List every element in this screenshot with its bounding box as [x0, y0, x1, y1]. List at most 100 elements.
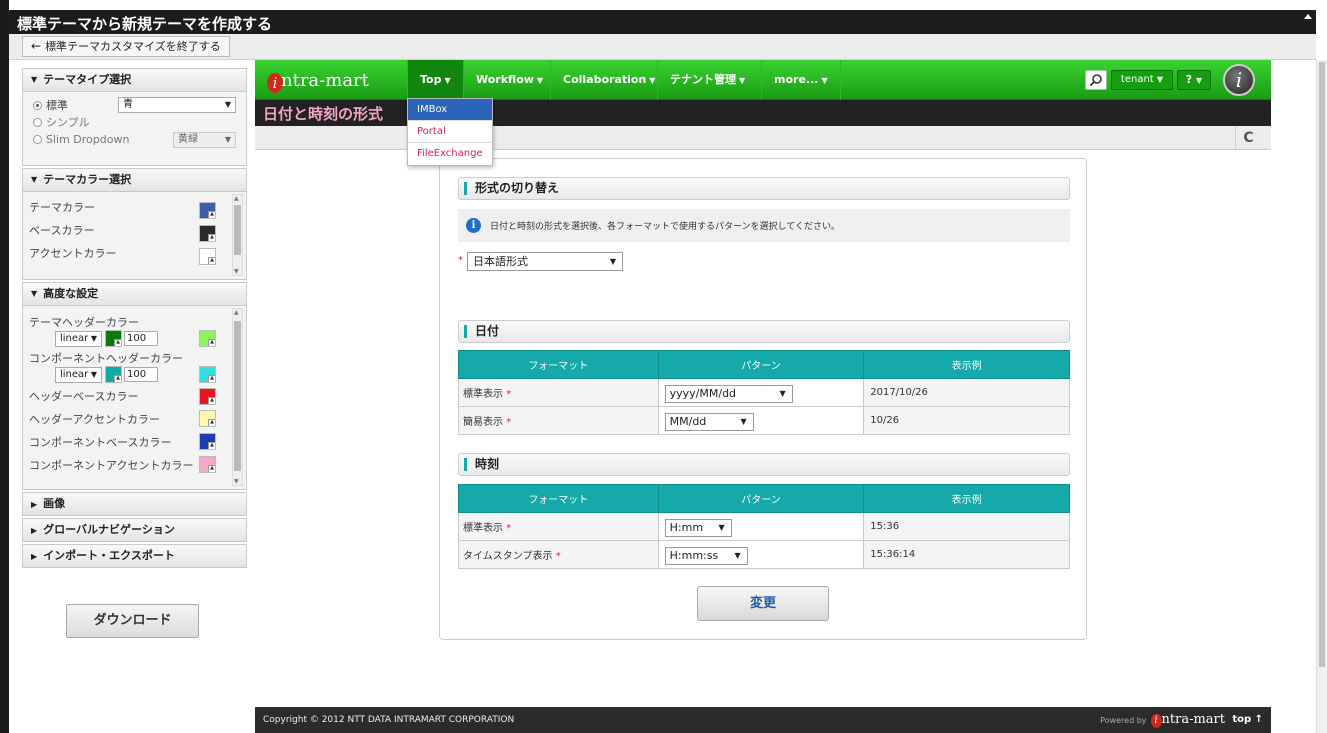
date-standard-pattern-select[interactable]: yyyy/MM/dd ▼	[664, 385, 793, 403]
theme-settings-panel: ▼ テーマタイプ選択 標準 青 ▼ シンプル Slim Dropdown 黄緑 ▼ ▼…	[22, 68, 247, 733]
advanced-settings-header[interactable]: ▼ 高度な設定	[22, 282, 247, 306]
theme-color-scrollbar[interactable]: ▲ ▼	[232, 194, 243, 276]
scroll-up-arrow-icon[interactable]	[1304, 14, 1312, 19]
header-accent-color-swatch[interactable]: ▲	[199, 410, 216, 427]
pattern-cell: H:mm ▼	[657, 512, 865, 541]
radio-unchecked-icon[interactable]	[33, 135, 42, 144]
radio-simple-label: シンプル	[46, 116, 90, 129]
window-title: 標準テーマから新規テーマを作成する	[17, 15, 273, 33]
column-header: フォーマット	[458, 350, 659, 379]
accent-color-label: アクセントカラー	[29, 247, 117, 260]
theme-color-scroll-thumb[interactable]	[234, 205, 241, 255]
intra-mart-logo[interactable]: i ntra-mart	[267, 68, 397, 94]
time-standard-pattern-select[interactable]: H:mm ▼	[664, 519, 732, 537]
header-end-color-swatch[interactable]: ▲	[199, 330, 216, 347]
header-gradient-value[interactable]: 100	[124, 331, 158, 346]
component-gradient-select[interactable]: linear ▼	[55, 367, 102, 383]
format-label-cell: 標準表示 *	[458, 378, 659, 407]
tenant-label: tenant	[1120, 74, 1154, 85]
chevron-down-icon: ▼	[739, 76, 746, 85]
nav-tenant-admin[interactable]: テナント管理 ▼	[657, 60, 757, 100]
component-accent-color-swatch[interactable]: ▲	[199, 456, 216, 473]
pattern-cell: yyyy/MM/dd ▼	[657, 378, 865, 407]
nav-collaboration[interactable]: Collaboration ▼	[550, 60, 667, 100]
nav-top[interactable]: Top ▼	[407, 60, 463, 100]
swatch-picker-icon: ▲	[208, 442, 215, 449]
chevron-down-icon: ▼	[536, 76, 544, 85]
global-nav-section-header[interactable]: ▶ グローバルナビゲーション	[22, 518, 247, 542]
standard-color-select[interactable]: 青 ▼	[118, 97, 236, 113]
tenant-menu-button[interactable]: tenant ▼	[1111, 70, 1173, 90]
change-button[interactable]: 変更	[697, 586, 829, 621]
radio-simple[interactable]: シンプル	[23, 114, 246, 131]
expanded-triangle-icon: ▼	[31, 75, 38, 84]
component-end-color-swatch[interactable]: ▲	[199, 366, 216, 383]
import-export-section-header[interactable]: ▶ インポート・エクスポート	[22, 544, 247, 568]
time-timestamp-pattern-select[interactable]: H:mm:ss ▼	[664, 547, 748, 565]
example-cell: 10/26	[863, 406, 1070, 435]
table-row: 標準表示 * yyyy/MM/dd ▼ 2017/10/26	[458, 378, 1070, 407]
header-gradient-mode: linear	[60, 333, 89, 344]
image-section-header[interactable]: ▶ 画像	[22, 492, 247, 516]
advanced-settings-scrollbar[interactable]: ▲ ▼	[232, 308, 243, 486]
menu-item-imbox[interactable]: IMBox	[408, 99, 492, 121]
radio-standard[interactable]: 標準 青 ▼	[23, 97, 246, 114]
refresh-icon[interactable]: C	[1235, 126, 1261, 150]
scroll-up-icon[interactable]: ▲	[234, 309, 239, 316]
page-scrollbar[interactable]	[1316, 60, 1327, 733]
date-short-pattern-select[interactable]: MM/dd ▼	[664, 413, 754, 431]
time-section-header: 時刻	[458, 453, 1070, 476]
advanced-scroll-thumb[interactable]	[234, 321, 241, 471]
search-button[interactable]	[1085, 70, 1107, 90]
menu-item-portal[interactable]: Portal	[408, 121, 492, 143]
search-icon	[1089, 74, 1102, 87]
user-avatar-icon[interactable]: i	[1223, 64, 1255, 96]
slim-color-value: 黄緑	[178, 134, 198, 145]
page-title: 日付と時刻の形式	[263, 105, 384, 123]
header-base-color-swatch[interactable]: ▲	[199, 388, 216, 405]
download-button[interactable]: ダウンロード	[66, 604, 199, 638]
theme-type-header[interactable]: ▼ テーマタイプ選択	[22, 68, 247, 92]
theme-color-swatch[interactable]: ▲	[199, 202, 216, 219]
chevron-down-icon: ▼	[1196, 76, 1203, 85]
header-gradient-select[interactable]: linear ▼	[55, 331, 102, 347]
theme-color-header[interactable]: ▼ テーマカラー選択	[22, 168, 247, 192]
swatch-picker-icon: ▲	[208, 375, 215, 382]
menu-item-fileexchange[interactable]: FileExchange	[408, 143, 492, 165]
nav-tenant-admin-label: テナント管理	[670, 73, 736, 86]
component-header-color-swatch[interactable]: ▲	[105, 366, 122, 383]
footer-logo: i ntra-mart	[1150, 712, 1225, 728]
nav-workflow[interactable]: Workflow ▼	[463, 60, 555, 100]
accent-color-swatch[interactable]: ▲	[199, 248, 216, 265]
radio-unchecked-icon[interactable]	[33, 118, 42, 127]
format-label: 簡易表示	[463, 417, 503, 428]
radio-standard-label: 標準	[46, 99, 68, 112]
page-scrollbar-thumb[interactable]	[1319, 62, 1325, 667]
scroll-up-icon[interactable]: ▲	[234, 195, 239, 202]
scroll-down-icon[interactable]: ▼	[234, 268, 239, 275]
nav-more[interactable]: more... ▼	[761, 60, 841, 100]
info-message: i 日付と時刻の形式を選択後、各フォーマットで使用するパターンを選択してください…	[458, 209, 1070, 242]
header-accent-color-label: ヘッダーアクセントカラー	[29, 413, 161, 426]
format-type-select[interactable]: 日本語形式 ▼	[467, 252, 623, 271]
chevron-down-icon: ▼	[90, 370, 97, 379]
global-nav-section-title: グローバルナビゲーション	[43, 523, 175, 536]
nav-top-label: Top	[420, 73, 442, 86]
back-to-top-link[interactable]: top ↑	[1232, 714, 1263, 725]
exit-customize-button[interactable]: ← 標準テーマカスタマイズを終了する	[22, 36, 230, 57]
swatch-picker-icon: ▲	[114, 375, 121, 382]
base-color-swatch[interactable]: ▲	[199, 225, 216, 242]
column-header: パターン	[657, 350, 865, 379]
chevron-down-icon: ▼	[821, 76, 828, 85]
header-color-swatch[interactable]: ▲	[105, 330, 122, 347]
radio-checked-icon[interactable]	[33, 101, 42, 110]
required-mark: *	[458, 255, 463, 266]
scroll-down-icon[interactable]: ▼	[234, 478, 239, 485]
radio-slim-dropdown[interactable]: Slim Dropdown 黄緑 ▼	[23, 131, 246, 148]
component-base-color-swatch[interactable]: ▲	[199, 433, 216, 450]
chevron-down-icon: ▼	[734, 551, 741, 560]
help-menu-button[interactable]: ? ▼	[1177, 70, 1211, 90]
format-label-cell: 標準表示 *	[458, 512, 659, 541]
theme-type-body: 標準 青 ▼ シンプル Slim Dropdown 黄緑 ▼	[22, 92, 247, 166]
component-gradient-value[interactable]: 100	[124, 367, 158, 382]
